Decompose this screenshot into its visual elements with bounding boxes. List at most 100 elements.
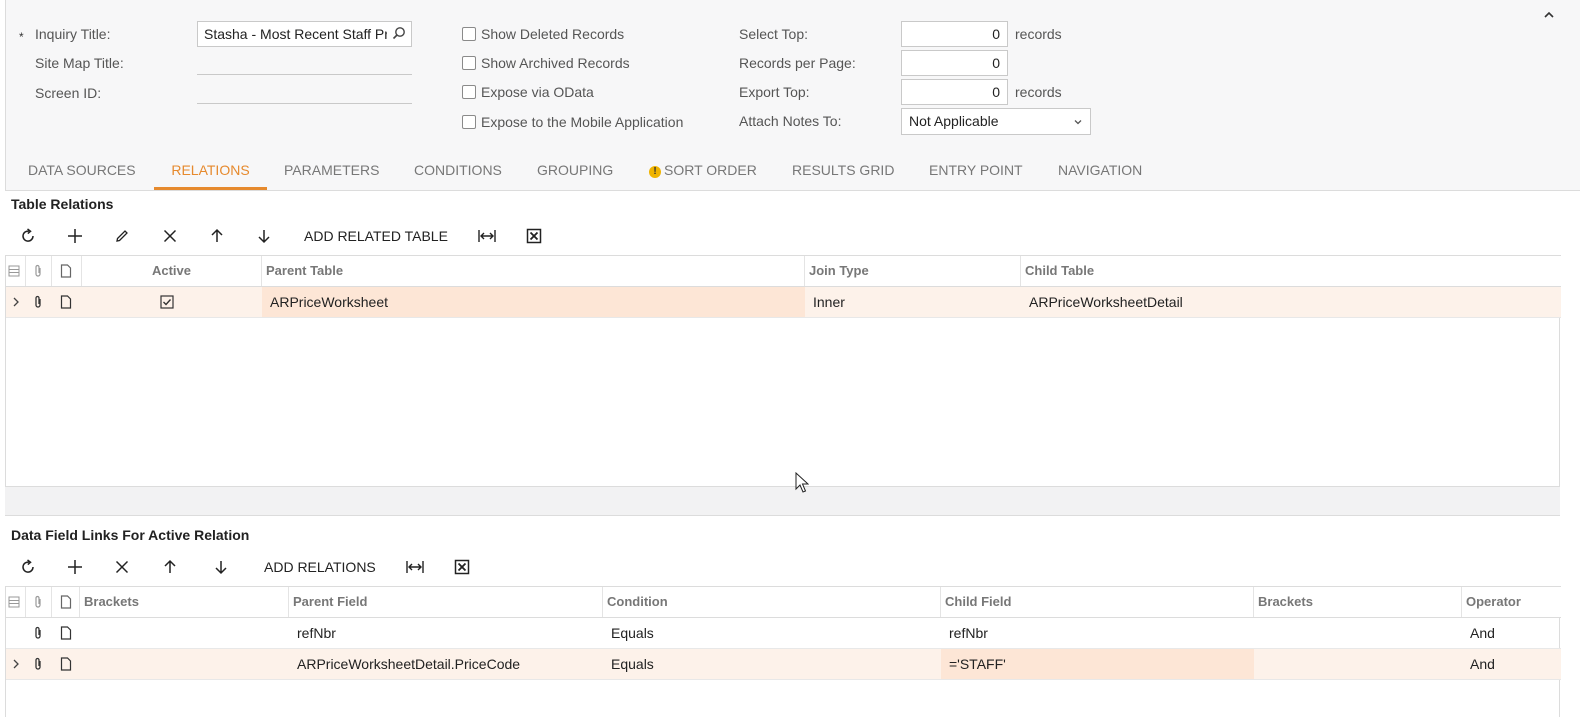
grid-settings-icon[interactable]	[8, 596, 20, 608]
refresh-icon	[22, 559, 34, 573]
col-brackets-open-header[interactable]: Brackets	[80, 587, 289, 617]
field-links-header: Brackets Parent Field Condition Child Fi…	[6, 586, 1561, 618]
refresh-button[interactable]	[15, 218, 41, 254]
fit-columns-button[interactable]	[402, 549, 428, 585]
refresh-button[interactable]	[15, 549, 41, 585]
col-child-table-header[interactable]: Child Table	[1021, 256, 1559, 286]
condition-cell[interactable]: Equals	[603, 649, 941, 679]
add-related-table-button[interactable]: ADD RELATED TABLE	[304, 218, 448, 254]
child-field-cell[interactable]: refNbr	[941, 618, 1254, 648]
row-selector-header	[6, 256, 26, 286]
site-map-title-label: Site Map Title:	[35, 55, 124, 71]
col-operator-header[interactable]: Operator	[1462, 587, 1559, 617]
export-excel-button[interactable]	[449, 549, 475, 585]
operator-cell[interactable]: And	[1462, 618, 1559, 648]
paperclip-icon[interactable]	[31, 626, 45, 640]
grid-settings-icon[interactable]	[8, 265, 20, 277]
fit-columns-button[interactable]	[474, 218, 500, 254]
child-field-cell[interactable]: ='STAFF'	[941, 649, 1254, 679]
delete-row-button[interactable]	[109, 549, 135, 585]
site-map-title-field[interactable]	[197, 49, 412, 75]
move-down-button[interactable]	[251, 218, 277, 254]
move-up-button[interactable]	[204, 218, 230, 254]
brackets-close-cell[interactable]	[1254, 649, 1462, 679]
brackets-close-cell[interactable]	[1254, 618, 1462, 648]
add-relations-button[interactable]: ADD RELATIONS	[264, 549, 376, 585]
tab-navigation[interactable]: NAVIGATION	[1058, 150, 1142, 190]
attach-notes-value: Not Applicable	[909, 113, 999, 129]
add-row-button[interactable]	[62, 549, 88, 585]
edit-row-button[interactable]	[109, 218, 135, 254]
tab-entry-point[interactable]: ENTRY POINT	[929, 150, 1023, 190]
note-icon[interactable]	[59, 657, 73, 671]
pencil-icon	[116, 230, 128, 242]
brackets-open-cell[interactable]	[80, 618, 289, 648]
active-checkbox-checked-icon[interactable]	[160, 295, 174, 309]
tab-bar: DATA SOURCES RELATIONS PARAMETERS CONDIT…	[5, 150, 1580, 191]
excel-icon	[454, 559, 470, 575]
col-active-header[interactable]: Active	[82, 256, 262, 286]
show-deleted-checkbox[interactable]	[462, 27, 476, 41]
inquiry-title-input[interactable]: Stasha - Most Recent Staff Pr	[197, 21, 412, 47]
move-down-button[interactable]	[208, 549, 234, 585]
col-condition-header[interactable]: Condition	[603, 587, 941, 617]
expose-odata-checkbox[interactable]	[462, 85, 476, 99]
chevron-right-icon[interactable]	[9, 657, 23, 671]
tab-parameters[interactable]: PARAMETERS	[284, 150, 379, 190]
col-parent-field-header[interactable]: Parent Field	[289, 587, 603, 617]
paperclip-icon[interactable]	[31, 657, 45, 671]
tab-relations[interactable]: RELATIONS	[154, 150, 267, 190]
field-links-toolbar: ADD RELATIONS	[5, 549, 485, 585]
table-row[interactable]: refNbr Equals refNbr And	[6, 618, 1561, 649]
export-top-input[interactable]: 0	[901, 79, 1008, 105]
records-per-page-input[interactable]: 0	[901, 50, 1008, 76]
expose-mobile-option[interactable]: Expose to the Mobile Application	[462, 114, 683, 130]
col-join-type-header[interactable]: Join Type	[805, 256, 1021, 286]
condition-cell[interactable]: Equals	[603, 618, 941, 648]
select-top-label: Select Top:	[739, 26, 809, 42]
screen-id-label: Screen ID:	[35, 85, 102, 101]
arrow-down-icon	[215, 561, 227, 575]
brackets-open-cell[interactable]	[80, 649, 289, 679]
join-type-cell[interactable]: Inner	[805, 287, 1021, 317]
table-row[interactable]: ARPriceWorksheet Inner ARPriceWorksheetD…	[6, 287, 1561, 318]
parent-field-cell[interactable]: refNbr	[289, 618, 603, 648]
panel-splitter[interactable]	[5, 486, 1560, 516]
tab-data-sources[interactable]: DATA SOURCES	[28, 150, 136, 190]
tab-grouping[interactable]: GROUPING	[537, 150, 613, 190]
tab-conditions[interactable]: CONDITIONS	[414, 150, 502, 190]
parent-field-cell[interactable]: ARPriceWorksheetDetail.PriceCode	[289, 649, 603, 679]
col-child-field-header[interactable]: Child Field	[941, 587, 1254, 617]
field-links-grid: Brackets Parent Field Condition Child Fi…	[5, 586, 1561, 717]
col-brackets-close-header[interactable]: Brackets	[1254, 587, 1462, 617]
delete-row-button[interactable]	[157, 218, 183, 254]
operator-cell[interactable]: And	[1462, 649, 1559, 679]
show-archived-checkbox[interactable]	[462, 56, 476, 70]
add-row-button[interactable]	[62, 218, 88, 254]
parent-table-cell[interactable]: ARPriceWorksheet	[262, 287, 805, 317]
move-up-button[interactable]	[157, 549, 183, 585]
mouse-pointer-icon	[795, 472, 809, 493]
child-table-cell[interactable]: ARPriceWorksheetDetail	[1021, 287, 1559, 317]
table-row[interactable]: ARPriceWorksheetDetail.PriceCode Equals …	[6, 649, 1561, 680]
note-icon[interactable]	[59, 295, 73, 309]
chevron-right-icon[interactable]	[9, 295, 23, 309]
screen-id-field[interactable]	[197, 78, 412, 104]
note-icon[interactable]	[59, 626, 73, 640]
export-excel-button[interactable]	[521, 218, 547, 254]
tab-sort-order[interactable]: ! SORT ORDER	[649, 150, 757, 190]
arrow-up-icon	[211, 228, 223, 242]
search-icon[interactable]	[392, 26, 406, 40]
table-relations-header: Active Parent Table Join Type Child Tabl…	[6, 255, 1561, 287]
paperclip-icon[interactable]	[31, 295, 45, 309]
show-archived-records-option[interactable]: Show Archived Records	[462, 55, 630, 71]
tab-results-grid[interactable]: RESULTS GRID	[792, 150, 894, 190]
close-icon	[115, 560, 129, 574]
col-parent-table-header[interactable]: Parent Table	[262, 256, 805, 286]
attach-notes-select[interactable]: Not Applicable	[901, 108, 1091, 135]
show-deleted-records-option[interactable]: Show Deleted Records	[462, 26, 624, 42]
expose-odata-option[interactable]: Expose via OData	[462, 84, 594, 100]
expose-mobile-checkbox[interactable]	[462, 115, 476, 129]
select-top-input[interactable]: 0	[901, 21, 1008, 47]
collapse-chevron-up-icon[interactable]	[1540, 8, 1558, 24]
